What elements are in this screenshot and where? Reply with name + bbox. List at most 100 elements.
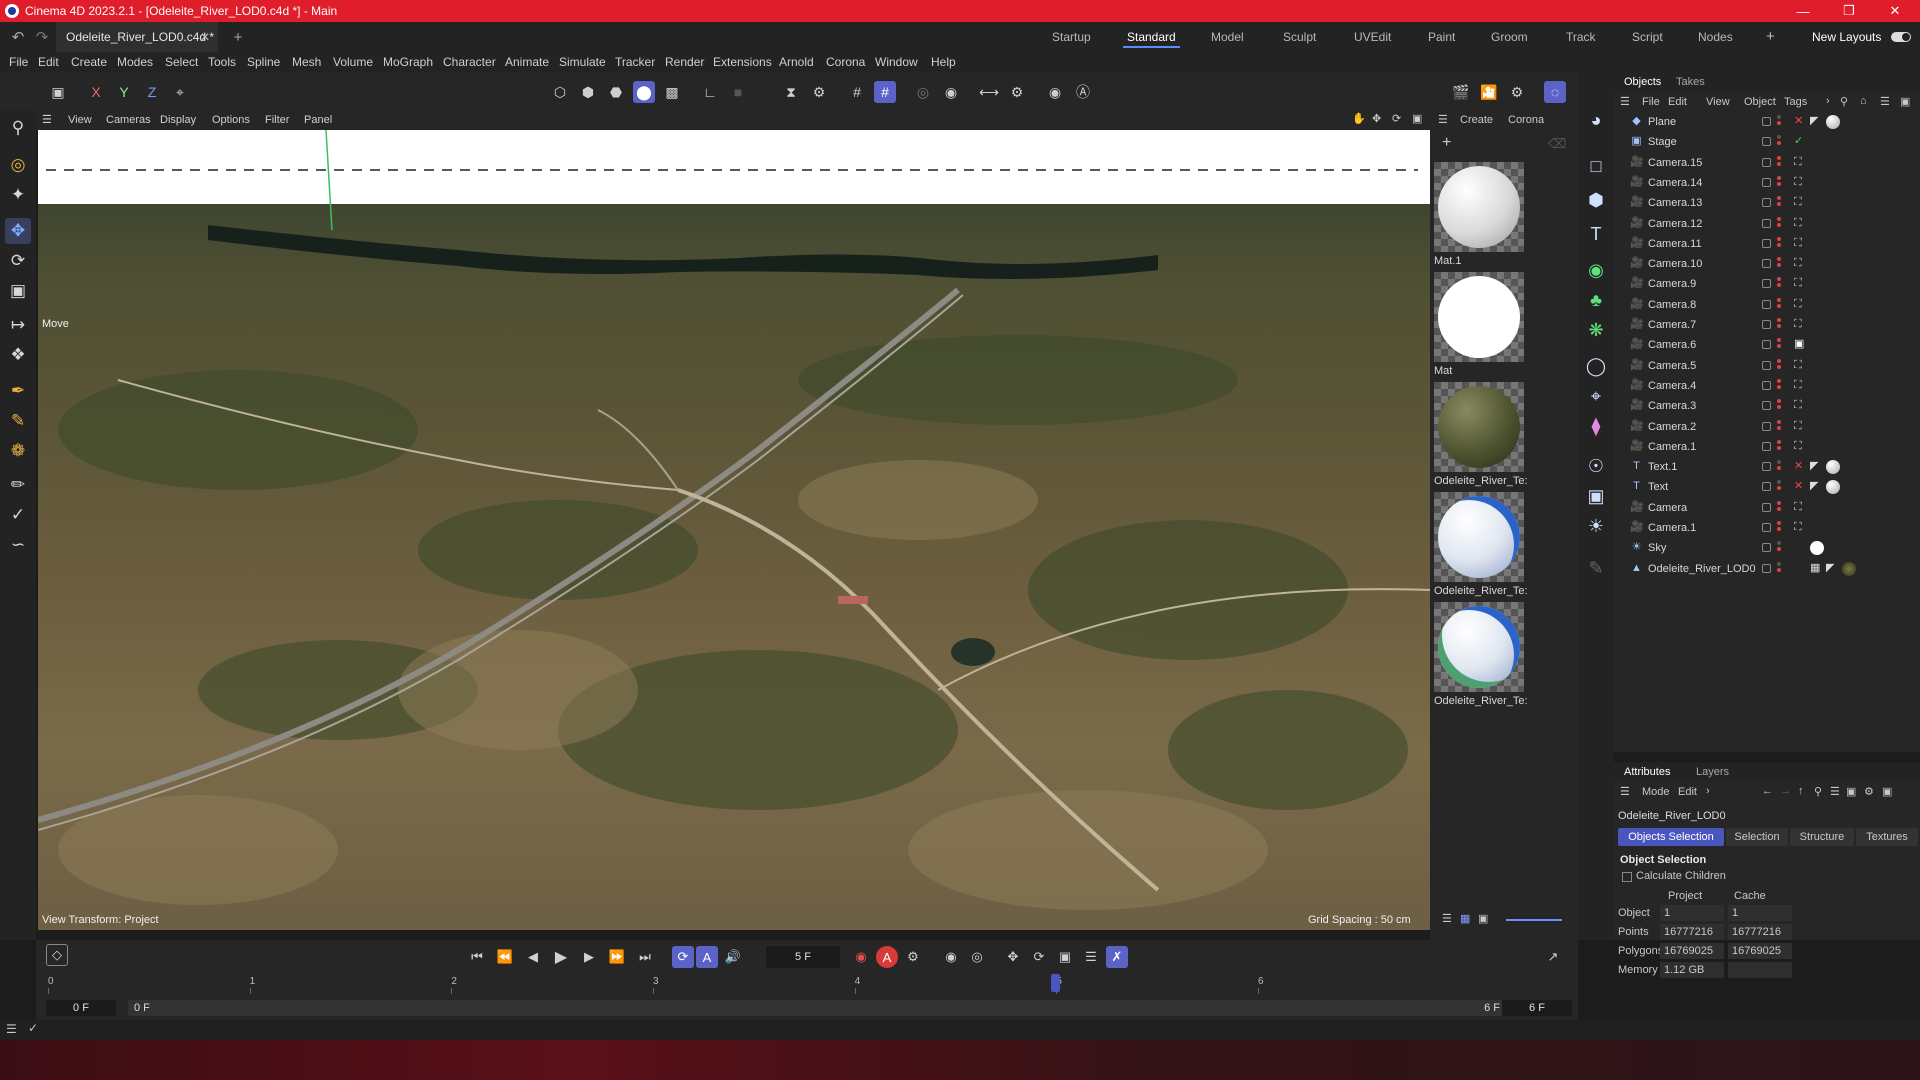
new-window-icon[interactable]: ▣ [1882, 785, 1892, 798]
visibility-dots-icon[interactable] [1777, 338, 1781, 352]
viewport-menu-filter[interactable]: Filter [265, 114, 289, 126]
layer-check-icon[interactable] [1762, 198, 1771, 208]
target-tag-icon[interactable]: ⛶ [1794, 176, 1802, 189]
polygons-mode-icon[interactable]: ⬣ [605, 81, 627, 103]
material-tag-icon[interactable] [1826, 115, 1840, 129]
render-settings-icon[interactable]: ◉ [940, 81, 962, 103]
render-view-icon[interactable]: 🎬 [1450, 81, 1472, 103]
scene-camera-icon[interactable]: ▣ [1582, 482, 1610, 510]
layout-uvedit[interactable]: UVEdit [1354, 22, 1391, 52]
menu-extensions[interactable]: Extensions [713, 55, 772, 69]
tab-attributes[interactable]: Attributes [1624, 766, 1670, 778]
uvw-tag-icon[interactable]: ▦ [1810, 562, 1820, 575]
auto-key-icon[interactable]: Ⓐ [1072, 81, 1094, 103]
playback-mode-icon[interactable]: A [696, 946, 718, 968]
viewport-menu-view[interactable]: View [68, 114, 92, 126]
object-row[interactable]: 🎥 Camera ⛶ [1614, 498, 1920, 518]
object-row[interactable]: 🎥 Camera.9 ⛶ [1614, 274, 1920, 294]
snap-icon[interactable]: ⧗ [780, 81, 802, 103]
target-tag-icon[interactable]: ⛶ [1794, 440, 1802, 453]
back-arrow-icon[interactable]: ← [1762, 785, 1773, 797]
material-swatch[interactable]: Odeleite_River_Te: [1434, 492, 1528, 597]
object-menu-object[interactable]: Object [1744, 96, 1776, 108]
effector-icon[interactable]: ❋ [1582, 316, 1610, 344]
subtab-objects-selection[interactable]: Objects Selection [1618, 828, 1724, 846]
key-scale-icon[interactable]: ✥ [1002, 946, 1024, 968]
y-axis-button[interactable]: Y [113, 81, 135, 103]
interpolation-icon[interactable]: ✗ [1106, 946, 1128, 968]
deformer-icon[interactable]: ◯ [1582, 352, 1610, 380]
menu-spline[interactable]: Spline [247, 55, 280, 69]
loop-icon[interactable]: ⟳ [672, 946, 694, 968]
magnet-icon[interactable]: ∽ [5, 532, 31, 558]
grid-snap-icon[interactable]: # [874, 81, 896, 103]
layout-script[interactable]: Script [1632, 22, 1663, 52]
object-row[interactable]: 🎥 Camera.14 ⛶ [1614, 173, 1920, 193]
edges-mode-icon[interactable]: ⬢ [577, 81, 599, 103]
object-row[interactable]: 🎥 Camera.7 ⛶ [1614, 315, 1920, 335]
spline-smooth-icon[interactable]: ❁ [5, 438, 31, 464]
layer-check-icon[interactable] [1762, 320, 1771, 329]
thumbnail-size-slider[interactable] [1506, 919, 1562, 921]
material-swatch[interactable]: Odeleite_River_Te: [1434, 602, 1528, 707]
close-icon[interactable]: ✕ [1872, 0, 1918, 22]
layout-sculpt[interactable]: Sculpt [1283, 22, 1316, 52]
preview-range-bar[interactable]: 0 F 6 F [128, 1000, 1508, 1016]
maximize-view-icon[interactable]: ▣ [1412, 112, 1422, 125]
object-row[interactable]: 🎥 Camera.4 ⛶ [1614, 376, 1920, 396]
enabled-check-icon[interactable]: ✓ [1794, 135, 1803, 148]
filter-attributes-icon[interactable]: ☰ [1830, 785, 1840, 798]
chevron-right-icon[interactable]: › [1826, 95, 1830, 107]
layout-track[interactable]: Track [1566, 22, 1596, 52]
symmetry-settings-icon[interactable]: ⚙ [1006, 81, 1028, 103]
material-swatch[interactable]: Mat [1434, 272, 1524, 377]
status-menu-icon[interactable]: ☰ [6, 1022, 17, 1036]
visibility-dots-icon[interactable] [1777, 155, 1781, 170]
scale-tool-icon[interactable]: ▣ [5, 278, 31, 304]
layer-check-icon[interactable] [1762, 137, 1771, 147]
frame-ruler[interactable]: 0123456 [42, 974, 1572, 998]
target-tag-icon[interactable]: ⛶ [1794, 359, 1802, 372]
menu-render[interactable]: Render [665, 55, 704, 69]
timeline-end-field[interactable]: 6 F [1502, 1000, 1572, 1016]
calculate-children-checkbox[interactable] [1622, 872, 1632, 882]
menu-corona[interactable]: Corona [826, 55, 865, 69]
phong-tag-icon[interactable]: ◤ [1826, 562, 1834, 575]
large-view-icon[interactable]: ▣ [1478, 912, 1488, 925]
layer-check-icon[interactable] [1762, 340, 1771, 350]
keyframe-settings-icon[interactable]: ⚙ [902, 946, 924, 968]
home-icon[interactable]: ⌂ [1860, 95, 1867, 107]
menu-tools[interactable]: Tools [208, 55, 236, 69]
placement-tool-icon[interactable]: ❖ [5, 342, 31, 368]
layer-check-icon[interactable] [1762, 563, 1771, 573]
layout-paint[interactable]: Paint [1428, 22, 1455, 52]
menu-mograph[interactable]: MoGraph [383, 55, 433, 69]
menu-file[interactable]: File [9, 55, 28, 69]
menu-arnold[interactable]: Arnold [779, 55, 814, 69]
visibility-dots-icon[interactable] [1777, 521, 1781, 535]
layer-check-icon[interactable] [1762, 360, 1771, 370]
layer-check-icon[interactable] [1762, 502, 1771, 512]
tweak-mode-icon[interactable]: ■ [727, 81, 749, 103]
disabled-tool-icon[interactable]: ✎ [1582, 554, 1610, 582]
delete-material-icon[interactable]: ⌫ [1548, 136, 1566, 152]
z-axis-button[interactable]: Z [141, 81, 163, 103]
target-tag-icon[interactable]: ⛶ [1794, 501, 1802, 514]
menu-help[interactable]: Help [931, 55, 956, 69]
workplane-icon[interactable]: # [846, 81, 868, 103]
layer-check-icon[interactable] [1762, 279, 1771, 289]
layer-check-icon[interactable] [1762, 299, 1771, 309]
spline-sketch-icon[interactable]: ✎ [5, 408, 31, 434]
search-attributes-icon[interactable]: ⚲ [1814, 785, 1822, 798]
current-frame-field[interactable]: 5 F [766, 946, 840, 968]
spline-pen-icon[interactable]: ✒ [5, 378, 31, 404]
play-icon[interactable]: ▶ [550, 946, 572, 968]
key-pla-icon[interactable]: ▣ [1054, 946, 1076, 968]
rotate-tool-icon[interactable]: ⟳ [5, 248, 31, 274]
object-row[interactable]: 🎥 Camera.1 ⛶ [1614, 518, 1920, 538]
visibility-dots-icon[interactable] [1777, 439, 1781, 454]
menu-tracker[interactable]: Tracker [615, 55, 655, 69]
target-tag-icon[interactable]: ⛶ [1794, 196, 1802, 209]
add-material-icon[interactable]: + [1442, 134, 1451, 152]
visibility-dots-icon[interactable] [1777, 196, 1781, 210]
